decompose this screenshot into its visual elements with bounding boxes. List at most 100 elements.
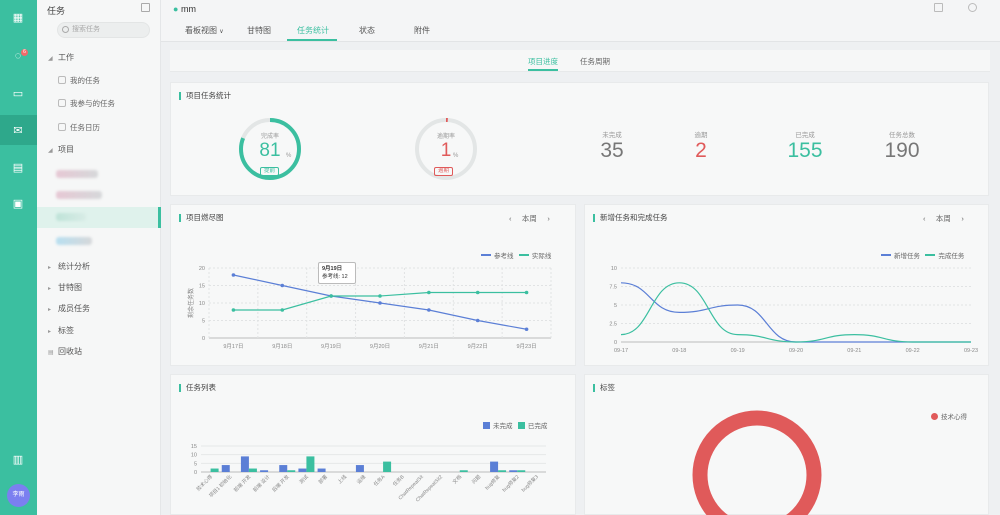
overdue-label: 逾期率: [436, 134, 455, 140]
bar: [298, 468, 307, 472]
x-tick-label: 部署: [317, 473, 329, 485]
data-point: [280, 283, 285, 288]
stat-value-total: 190: [884, 139, 920, 162]
apps-grid-icon[interactable]: ▦: [11, 10, 25, 24]
blurred-project-4[interactable]: [56, 237, 92, 245]
y-tick-label: 20: [199, 266, 205, 272]
sidebar-item-calendar[interactable]: 任务日历: [58, 122, 100, 133]
search-input[interactable]: 搜索任务: [57, 22, 150, 38]
x-tick-label: 前端 设计: [251, 473, 271, 493]
sidebar-group-members[interactable]: ▸ 成员任务: [48, 303, 90, 314]
chevron-down-icon: ◢: [48, 148, 53, 154]
search-icon: [62, 26, 69, 33]
x-tick-label: 09-23: [964, 348, 978, 354]
y-tick-label: 2.5: [609, 322, 617, 328]
x-tick-label: 任务A: [372, 473, 387, 488]
bar: [509, 470, 518, 472]
share-icon[interactable]: [934, 3, 943, 12]
x-tick-label: 问题: [470, 473, 482, 485]
tab-gantt[interactable]: 甘特图: [247, 25, 271, 36]
data-point: [524, 290, 529, 295]
x-tick-label: 文档: [451, 473, 463, 485]
data-point: [427, 290, 431, 295]
chevron-right-icon: ▸: [48, 286, 52, 292]
data-point: [427, 308, 431, 312]
edit-icon[interactable]: [141, 3, 150, 12]
bar: [498, 470, 507, 472]
y-tick-label: 5: [202, 319, 205, 325]
y-tick-label: 0: [194, 470, 197, 476]
tooltip-title: 9月19日: [322, 266, 343, 272]
x-tick-label: 任务B: [391, 473, 406, 488]
trash-icon: ▤: [48, 350, 54, 356]
tab-statistics[interactable]: 任务统计: [297, 25, 329, 36]
blurred-project-1[interactable]: [56, 170, 98, 178]
chart-tooltip: 9月19日 参考线: 12: [318, 262, 356, 284]
x-tick-label: 9月19日: [321, 343, 341, 350]
sidebar-group-tags[interactable]: ▸ 标签: [48, 325, 74, 336]
chevron-right-icon: ▸: [48, 307, 52, 313]
x-tick-label: 09-20: [789, 348, 803, 354]
tab-attachments[interactable]: 附件: [414, 25, 430, 36]
stats-subnav: 项目进度 任务周期: [170, 50, 990, 72]
sidebar-group-work[interactable]: ◢ 工作: [48, 52, 74, 63]
y-tick-label: 5: [194, 461, 197, 467]
bar: [240, 456, 249, 472]
x-tick-label: 运维: [355, 473, 367, 485]
stat-value-done: 155: [787, 139, 823, 162]
gear-icon[interactable]: [968, 3, 977, 12]
x-tick-label: 9月21日: [419, 343, 439, 350]
sidebar-group-analytics[interactable]: ▸ 统计分析: [48, 261, 90, 272]
bar: [287, 470, 296, 472]
data-point: [524, 327, 529, 332]
chevron-down-icon: ◢: [48, 56, 53, 62]
user-icon: [58, 76, 66, 84]
x-tick-label: bug修复3: [520, 473, 540, 493]
sidebar-item-my-tasks[interactable]: 我的任务: [58, 75, 100, 86]
x-tick-label: 后端 开发: [271, 473, 291, 493]
bar: [221, 465, 230, 472]
inbox-icon[interactable]: ▭: [11, 86, 25, 100]
blurred-project-2[interactable]: [56, 191, 102, 199]
sidebar-item-participated[interactable]: 我参与的任务: [58, 98, 115, 109]
sidebar-group-trash[interactable]: ▤ 回收站: [48, 346, 82, 357]
stat-value-overdue: 2: [695, 139, 707, 162]
bar: [490, 461, 499, 472]
bar: [306, 456, 315, 472]
tags-card: 标签 技术心得: [584, 374, 989, 515]
subtab-cycle[interactable]: 任务周期: [580, 56, 610, 67]
stat-label-done: 已完成: [795, 132, 815, 139]
user-avatar[interactable]: 李雨: [7, 484, 30, 507]
project-stats-card: 项目任务统计 完成率 81 % 提前 逾期率 1 % 逾期 未完成 35 逾期 …: [170, 82, 989, 196]
burndown-chart: 0 5 10 15 20 9月17日 9月18日 9月19日 9月20日 9月21日 9月22日 9月…: [187, 266, 552, 350]
y-tick-label: 10: [611, 266, 617, 272]
chevron-right-icon: ▸: [48, 329, 52, 335]
completion-badge: 提前: [260, 167, 280, 176]
task-icon[interactable]: ✉: [11, 123, 25, 137]
settings-icon[interactable]: ▥: [11, 452, 25, 466]
subtab-progress[interactable]: 项目进度: [528, 56, 558, 67]
burndown-card: 项目燃尽图 ‹ 本周 › 参考线 实际线 0 5 10 15 20 9月17日 9月18日 9…: [170, 204, 576, 366]
new-done-card: 新增任务和完成任务 ‹ 本周 › 新增任务 完成任务 0 2.5 5 7.5 10 09-…: [584, 204, 989, 366]
stat-label-total: 任务总数: [889, 132, 915, 139]
calendar-icon[interactable]: ▤: [11, 160, 25, 174]
x-tick-label: 9月22日: [468, 343, 488, 350]
report-icon[interactable]: ▣: [11, 196, 25, 210]
x-tick-label: 9月18日: [272, 343, 292, 350]
bar: [383, 461, 392, 472]
app-rail: ▦ ◌ 6 ▭ ✉ ▤ ▣ ▥ 李雨: [0, 0, 37, 515]
data-point: [231, 308, 236, 312]
x-tick-label: 09-19: [731, 348, 745, 354]
x-tick-label: bug修复: [484, 473, 502, 491]
sidebar-group-gantt[interactable]: ▸ 甘特图: [48, 282, 82, 293]
top-bar: ● mm 看板视图 ∨ 甘特图 任务统计 状态 附件: [161, 0, 1000, 42]
tooltip-value: 参考线: 12: [322, 274, 348, 280]
calendar-icon: [58, 123, 66, 131]
tab-kanban[interactable]: 看板视图 ∨: [185, 25, 224, 36]
bar: [248, 468, 257, 472]
data-point: [378, 294, 382, 298]
donut-slice: [692, 410, 822, 515]
tab-status[interactable]: 状态: [359, 25, 375, 36]
overdue-value: 1: [440, 140, 452, 161]
sidebar-group-project[interactable]: ◢ 项目: [48, 144, 74, 155]
